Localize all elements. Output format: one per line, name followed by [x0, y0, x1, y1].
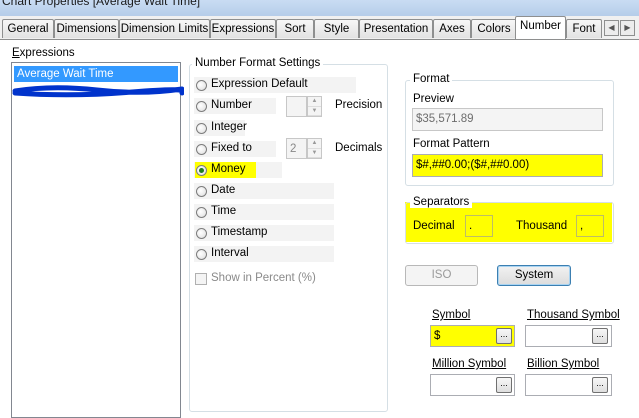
thousand-symbol-browse-button[interactable]: ... — [592, 328, 608, 344]
precision-spinner[interactable]: ▲ ▼ — [307, 96, 322, 117]
expressions-label-accelerator: E — [12, 47, 20, 59]
thousand-symbol-label: Thousand Symbol — [527, 309, 620, 321]
number-tab-panel: Expressions Average Wait Time Number For… — [0, 39, 639, 418]
separators-legend: Separators — [410, 196, 473, 208]
preview-label: Preview — [413, 93, 454, 105]
precision-label: Precision — [335, 99, 383, 111]
expressions-label-rest: xpressions — [19, 47, 75, 59]
precision-input[interactable] — [286, 96, 307, 117]
option-time-label: Time — [211, 205, 237, 217]
tab-strip: General Dimensions Dimension Limits Expr… — [0, 16, 639, 40]
tab-presentation[interactable]: Presentation — [359, 19, 433, 38]
tab-style[interactable]: Style — [314, 19, 359, 38]
billion-symbol-label: Billion Symbol — [527, 358, 599, 370]
billion-symbol-browse-button[interactable]: ... — [592, 377, 608, 393]
symbol-label-text: Symbol — [432, 309, 471, 321]
tab-number[interactable]: Number — [515, 16, 566, 39]
format-pattern-label: Format Pattern — [413, 138, 490, 150]
chevron-right-icon: ▶ — [624, 23, 631, 32]
tab-sort[interactable]: Sort — [276, 19, 314, 38]
thousand-label: Thousand — [516, 220, 568, 232]
option-money-label: Money — [211, 163, 246, 175]
spin-up-icon: ▲ — [308, 97, 321, 107]
radio-expression-default[interactable] — [196, 80, 207, 91]
option-fixed-to-label: Fixed to — [211, 142, 252, 154]
decimals-label: Decimals — [335, 142, 383, 154]
format-pattern-input[interactable]: $#,##0.00;($#,##0.00) — [412, 154, 603, 177]
iso-button[interactable]: ISO — [405, 265, 478, 286]
radio-fixed-to[interactable] — [196, 144, 207, 155]
radio-money[interactable] — [196, 165, 207, 176]
decimals-spinner[interactable]: ▲ ▼ — [307, 138, 322, 159]
million-symbol-browse-button[interactable]: ... — [496, 377, 512, 393]
radio-timestamp[interactable] — [196, 228, 207, 239]
tab-expressions[interactable]: Expressions — [210, 19, 276, 38]
billion-symbol-label-text: Billion Symbol — [527, 358, 600, 370]
chevron-left-icon: ◀ — [608, 23, 615, 32]
number-format-legend: Number Format Settings — [192, 57, 324, 69]
decimal-label: Decimal — [413, 220, 455, 232]
expressions-list[interactable]: Average Wait Time — [11, 62, 184, 418]
radio-integer[interactable] — [196, 123, 207, 134]
show-percent-checkbox[interactable] — [195, 273, 207, 285]
option-date-label: Date — [211, 184, 236, 196]
preview-field: $35,571.89 — [412, 108, 603, 131]
expressions-label: Expressions — [12, 47, 75, 59]
tab-dimensions[interactable]: Dimensions — [54, 19, 119, 38]
tab-scroll-left-button[interactable]: ◀ — [604, 20, 619, 36]
tab-scroll-right-button[interactable]: ▶ — [620, 20, 635, 36]
option-expression-default-label: Expression Default — [211, 78, 308, 90]
million-symbol-label: Million Symbol — [432, 358, 506, 370]
decimal-separator-input[interactable]: . — [465, 215, 493, 237]
decimals-input[interactable]: 2 — [286, 138, 307, 159]
tab-axes[interactable]: Axes — [433, 19, 471, 38]
redaction-scribble — [12, 85, 184, 98]
format-legend: Format — [410, 73, 453, 85]
thousand-symbol-label-text: Thousand Symbol — [527, 309, 620, 321]
symbol-label: Symbol — [432, 309, 470, 321]
expression-item-selected[interactable]: Average Wait Time — [14, 66, 178, 82]
tab-dimension-limits[interactable]: Dimension Limits — [119, 19, 210, 38]
tab-colors[interactable]: Colors — [471, 19, 517, 38]
show-percent-label: Show in Percent (%) — [211, 272, 316, 284]
million-symbol-label-text: Million Symbol — [432, 358, 507, 370]
tab-general[interactable]: General — [2, 19, 54, 38]
radio-number[interactable] — [196, 101, 207, 112]
radio-date[interactable] — [196, 186, 207, 197]
spin-down-icon: ▼ — [308, 107, 321, 116]
window-titlebar: Chart Properties [Average Wait Time] — [0, 0, 639, 16]
thousand-separator-input[interactable]: , — [576, 215, 604, 237]
symbol-browse-button[interactable]: ... — [496, 328, 512, 344]
spin-up-icon: ▲ — [308, 139, 321, 149]
system-button[interactable]: System — [497, 265, 571, 286]
radio-interval[interactable] — [196, 249, 207, 260]
option-interval-label: Interval — [211, 247, 249, 259]
tab-font[interactable]: Font — [566, 19, 602, 38]
spin-down-icon: ▼ — [308, 149, 321, 158]
option-number-label: Number — [211, 99, 252, 111]
window-title: Chart Properties [Average Wait Time] — [2, 0, 201, 8]
option-timestamp-label: Timestamp — [211, 226, 268, 238]
option-integer-label: Integer — [211, 121, 247, 133]
radio-time[interactable] — [196, 207, 207, 218]
